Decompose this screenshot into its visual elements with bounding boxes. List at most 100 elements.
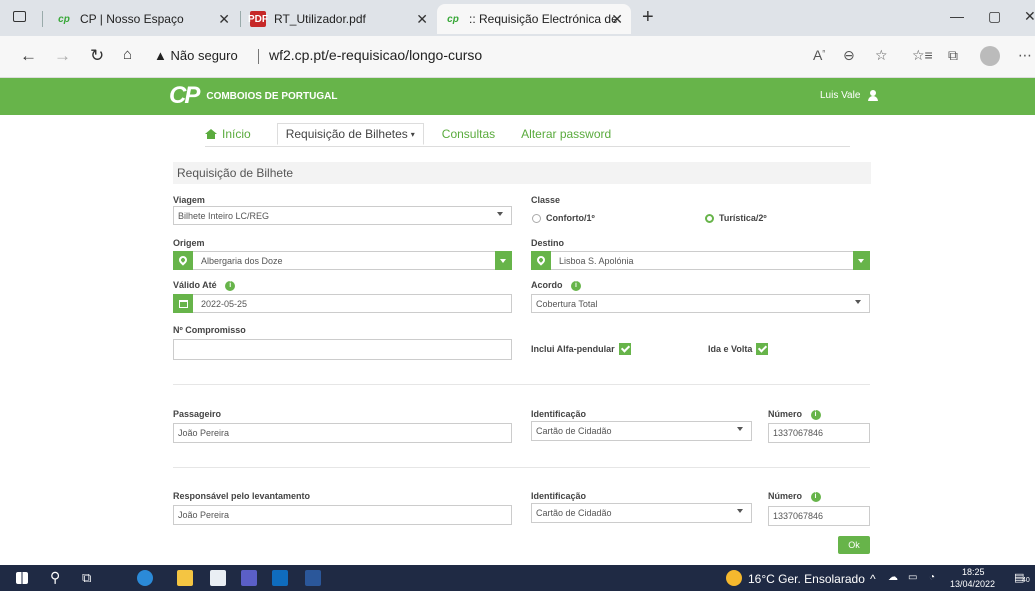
tray-chevron-icon[interactable]: ^: [870, 572, 876, 586]
origem-label: Origem: [173, 238, 205, 248]
file-explorer-icon[interactable]: [177, 570, 193, 586]
numero-value: 1337067846: [773, 511, 824, 521]
zoom-icon[interactable]: ⊖: [843, 47, 855, 64]
ida-e-volta-checkbox[interactable]: Ida e Volta: [708, 343, 769, 355]
menu-item-alterar-password[interactable]: Alterar password: [521, 127, 611, 141]
mail-icon[interactable]: [210, 570, 226, 586]
viagem-select[interactable]: Bilhete Inteiro LC/REG: [173, 206, 512, 225]
new-tab-button[interactable]: +: [642, 6, 654, 29]
url-field[interactable]: wf2.cp.pt/e-requisicao/longo-curso: [269, 47, 482, 63]
acordo-select[interactable]: Cobertura Total: [531, 294, 870, 313]
tab-actions-icon[interactable]: [13, 11, 26, 22]
alfa-pendular-checkbox[interactable]: Inclui Alfa-pendular: [531, 343, 631, 355]
radio-circle-icon: [532, 213, 541, 223]
pdf-icon: PDF: [248, 11, 268, 27]
close-icon[interactable]: ✕: [611, 11, 623, 28]
info-icon[interactable]: i: [810, 491, 821, 502]
menu-label: Início: [222, 127, 251, 141]
dropdown-toggle-button[interactable]: [495, 251, 512, 270]
cp-logo[interactable]: CP COMBOIOS DE PORTUGAL: [169, 82, 337, 110]
section-divider: [173, 467, 870, 468]
numero-input[interactable]: 1337067846: [768, 506, 870, 526]
read-aloud-icon[interactable]: Aⁿ: [813, 47, 825, 63]
windows-taskbar: ⚲ ⧉ 16°C Ger. Ensolarado ^ ☁ ▭ ◔ 18:25 1…: [0, 565, 1035, 591]
numero-label-text: Número: [768, 409, 803, 419]
menu-item-consultas[interactable]: Consultas: [442, 127, 495, 141]
menu-label: Alterar password: [521, 127, 612, 141]
destino-select[interactable]: Lisboa S. Apolónia: [531, 251, 870, 270]
user-icon: [868, 90, 879, 101]
info-icon[interactable]: i: [225, 280, 236, 291]
menu-divider: [205, 146, 850, 147]
menu-item-inicio[interactable]: Início: [205, 127, 251, 141]
info-icon[interactable]: i: [571, 280, 582, 291]
dropdown-toggle-button[interactable]: [853, 251, 870, 270]
responsavel-input[interactable]: João Pereira: [173, 505, 512, 525]
security-label: Não seguro: [170, 48, 238, 63]
origem-value: Albergaria dos Doze: [201, 255, 283, 266]
menu-label: Consultas: [441, 127, 496, 141]
search-icon[interactable]: ⚲: [50, 569, 60, 586]
compromisso-label: Nº Compromisso: [173, 325, 246, 335]
tab-cp-nosso-espaco[interactable]: cp CP | Nosso Espaço ✕: [48, 4, 238, 34]
minimize-icon[interactable]: —: [950, 8, 964, 24]
clock-date[interactable]: 13/04/2022: [950, 579, 995, 589]
map-pin-icon: [173, 251, 193, 270]
user-menu[interactable]: Luis Vale: [820, 90, 879, 101]
identificacao-select[interactable]: Cartão de Cidadão: [531, 503, 752, 523]
more-menu-icon[interactable]: ⋯: [1018, 47, 1032, 64]
tab-separator: [42, 11, 43, 27]
valido-date-input[interactable]: 2022-05-25: [173, 294, 512, 313]
profile-avatar[interactable]: [980, 46, 1000, 66]
close-window-icon[interactable]: ✕: [1024, 8, 1035, 25]
battery-icon[interactable]: ▭: [908, 572, 917, 583]
identificacao-select[interactable]: Cartão de Cidadão: [531, 421, 752, 441]
radio-conforto[interactable]: Conforto/1º: [532, 213, 595, 223]
caret-down-icon: ▾: [410, 129, 415, 139]
identificacao-value: Cartão de Cidadão: [536, 426, 612, 436]
site-header: CP COMBOIOS DE PORTUGAL Luis Vale: [0, 78, 1035, 115]
radio-turistica[interactable]: Turística/2º: [705, 213, 767, 223]
edge-icon[interactable]: [137, 570, 153, 586]
numero-label: Número i: [768, 409, 821, 420]
ok-button[interactable]: Ok: [838, 536, 870, 554]
clock-time[interactable]: 18:25: [962, 567, 985, 577]
notification-count: 40: [1022, 577, 1030, 584]
weather-sun-icon[interactable]: [726, 570, 742, 586]
forward-arrow-icon[interactable]: →: [54, 46, 71, 66]
outlook-icon[interactable]: [272, 570, 288, 586]
passageiro-input[interactable]: João Pereira: [173, 423, 512, 443]
radio-label: Turística/2º: [719, 213, 767, 223]
refresh-icon[interactable]: ↻: [90, 46, 104, 66]
compromisso-input[interactable]: [173, 339, 512, 360]
info-icon[interactable]: i: [810, 409, 821, 420]
windows-start-icon[interactable]: [16, 572, 28, 584]
tab-requisicao-electronica[interactable]: cp :: Requisição Electrónica de Trans ✕: [437, 4, 631, 34]
back-arrow-icon[interactable]: ←: [20, 46, 37, 66]
numero-input[interactable]: 1337067846: [768, 423, 870, 443]
menu-item-requisicao[interactable]: Requisição de Bilhetes ▾: [276, 123, 424, 145]
classe-label: Classe: [531, 195, 561, 205]
checkbox-checked-icon[interactable]: [618, 343, 631, 355]
calendar-icon[interactable]: [173, 294, 193, 313]
checkbox-checked-icon[interactable]: [756, 343, 769, 355]
wifi-icon[interactable]: ◔: [929, 572, 935, 583]
word-icon[interactable]: [305, 570, 321, 586]
close-icon[interactable]: ✕: [218, 11, 230, 28]
collections-icon[interactable]: ⧉: [948, 47, 958, 64]
teams-icon[interactable]: [241, 570, 257, 586]
favorite-add-icon[interactable]: ☆: [875, 47, 888, 64]
weather-text[interactable]: 16°C Ger. Ensolarado: [748, 572, 865, 586]
origem-select[interactable]: Albergaria dos Doze: [173, 251, 512, 270]
maximize-icon[interactable]: ▢: [988, 8, 1001, 25]
caret-down-icon: [737, 509, 743, 513]
tab-rt-utilizador-pdf[interactable]: PDF RT_Utilizador.pdf ✕: [242, 4, 436, 34]
tab-label: RT_Utilizador.pdf: [274, 12, 366, 26]
home-browser-icon[interactable]: ⌂: [123, 46, 132, 63]
valido-value: 2022-05-25: [201, 298, 248, 309]
task-view-icon[interactable]: ⧉: [82, 570, 91, 586]
network-icon[interactable]: ☁: [888, 572, 898, 583]
close-icon[interactable]: ✕: [416, 11, 428, 28]
security-warning[interactable]: ▲ Não seguro: [154, 48, 238, 63]
favorites-icon[interactable]: ☆≡: [912, 47, 933, 64]
